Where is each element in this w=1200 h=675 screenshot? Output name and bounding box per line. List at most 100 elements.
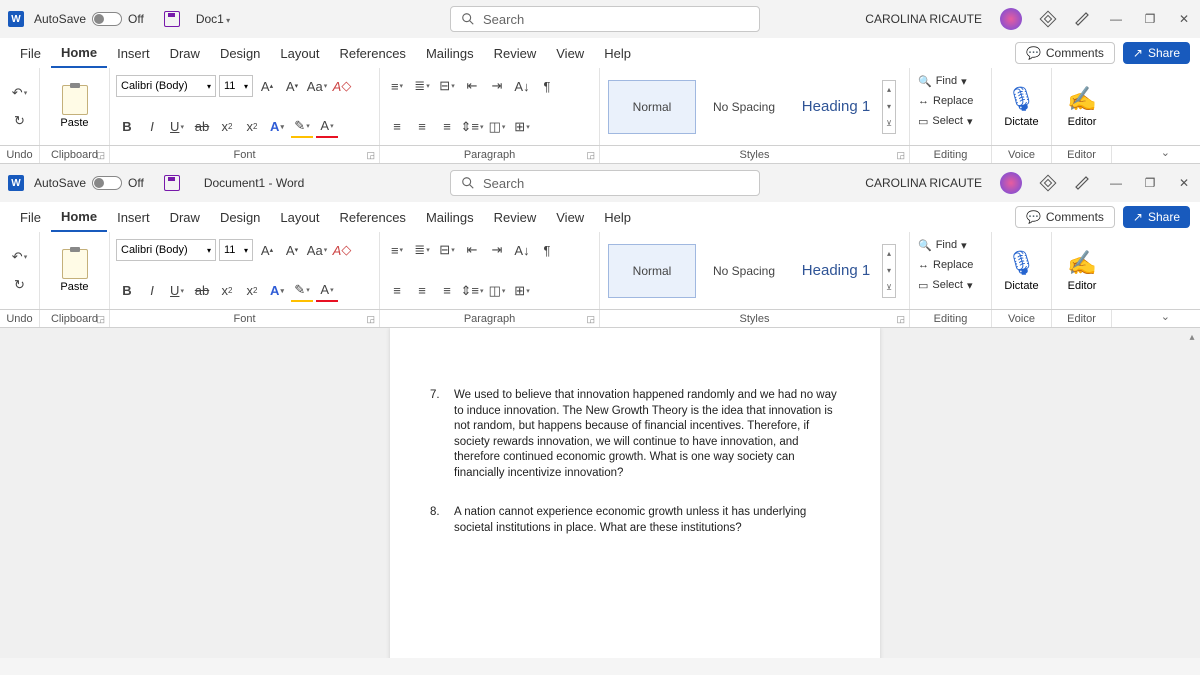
share-button[interactable]: ↗ Share: [1123, 206, 1190, 228]
find-button[interactable]: 🔍 Find ▾: [918, 236, 967, 254]
pilcrow-icon[interactable]: ¶: [536, 239, 558, 261]
tab-review[interactable]: Review: [484, 202, 547, 232]
multilevel-icon[interactable]: ⊟: [436, 75, 458, 97]
collapse-ribbon-icon[interactable]: ⌄: [1161, 146, 1170, 159]
subscript-button[interactable]: x2: [216, 280, 238, 302]
select-button[interactable]: ▭ Select ▾: [918, 112, 973, 130]
align-center-icon[interactable]: ≡: [411, 116, 433, 138]
shrink-font-icon[interactable]: A▾: [281, 239, 303, 261]
font-size-combo[interactable]: 11▾: [219, 239, 253, 261]
clear-format-icon[interactable]: A◇: [331, 75, 353, 97]
tab-home[interactable]: Home: [51, 202, 107, 232]
clear-format-icon[interactable]: A◇: [331, 239, 353, 261]
decrease-indent-icon[interactable]: ⇤: [461, 239, 483, 261]
user-name[interactable]: CAROLINA RICAUTE: [865, 176, 982, 190]
text-effects-icon[interactable]: A: [266, 116, 288, 138]
increase-indent-icon[interactable]: ⇥: [486, 239, 508, 261]
redo-button[interactable]: ↻: [9, 110, 31, 132]
italic-button[interactable]: I: [141, 116, 163, 138]
text-effects-icon[interactable]: A: [266, 280, 288, 302]
avatar[interactable]: [1000, 172, 1022, 194]
underline-button[interactable]: U: [166, 116, 188, 138]
dictate-icon[interactable]: 🎙: [1006, 85, 1036, 114]
diamond-icon[interactable]: [1040, 175, 1056, 191]
tab-draw[interactable]: Draw: [160, 202, 210, 232]
tab-design[interactable]: Design: [210, 38, 270, 68]
styles-more[interactable]: ▴▾⊻: [882, 244, 896, 298]
style-heading1[interactable]: Heading 1: [792, 244, 880, 298]
pilcrow-icon[interactable]: ¶: [536, 75, 558, 97]
change-case-icon[interactable]: Aa: [306, 239, 328, 261]
superscript-button[interactable]: x2: [241, 280, 263, 302]
vertical-scrollbar[interactable]: ▴: [1184, 328, 1200, 658]
tab-home[interactable]: Home: [51, 38, 107, 68]
tab-view[interactable]: View: [546, 202, 594, 232]
dictate-icon[interactable]: 🎙: [1006, 249, 1036, 278]
superscript-button[interactable]: x2: [241, 116, 263, 138]
tab-view[interactable]: View: [546, 38, 594, 68]
numbering-icon[interactable]: ≣: [411, 239, 433, 261]
strike-button[interactable]: ab: [191, 116, 213, 138]
pending-icon[interactable]: [1074, 11, 1090, 27]
toggle-off-icon[interactable]: [92, 12, 122, 26]
tab-review[interactable]: Review: [484, 38, 547, 68]
undo-button[interactable]: ↶: [9, 82, 31, 104]
tab-help[interactable]: Help: [594, 38, 641, 68]
multilevel-icon[interactable]: ⊟: [436, 239, 458, 261]
close-icon[interactable]: ✕: [1176, 175, 1192, 191]
bullets-icon[interactable]: ≡: [386, 239, 408, 261]
find-button[interactable]: 🔍 Find ▾: [918, 72, 967, 90]
strike-button[interactable]: ab: [191, 280, 213, 302]
bullets-icon[interactable]: ≡: [386, 75, 408, 97]
italic-button[interactable]: I: [141, 280, 163, 302]
align-center-icon[interactable]: ≡: [411, 280, 433, 302]
toggle-off-icon[interactable]: [92, 176, 122, 190]
sort-icon[interactable]: A↓: [511, 239, 533, 261]
align-left-icon[interactable]: ≡: [386, 280, 408, 302]
bold-button[interactable]: B: [116, 280, 138, 302]
editor-icon[interactable]: ✍: [1067, 85, 1097, 114]
autosave-toggle[interactable]: AutoSave Off: [34, 12, 144, 26]
borders-icon[interactable]: ⊞: [511, 116, 533, 138]
sort-icon[interactable]: A↓: [511, 75, 533, 97]
decrease-indent-icon[interactable]: ⇤: [461, 75, 483, 97]
save-icon[interactable]: [164, 11, 180, 27]
font-name-combo[interactable]: Calibri (Body)▾: [116, 239, 216, 261]
tab-layout[interactable]: Layout: [270, 202, 329, 232]
tab-references[interactable]: References: [329, 38, 415, 68]
replace-button[interactable]: ↔ Replace: [918, 256, 973, 274]
tab-references[interactable]: References: [329, 202, 415, 232]
increase-indent-icon[interactable]: ⇥: [486, 75, 508, 97]
shading-icon[interactable]: ◫: [486, 280, 508, 302]
font-color-icon[interactable]: A: [316, 280, 338, 302]
style-normal[interactable]: Normal: [608, 80, 696, 134]
highlight-icon[interactable]: ✎: [291, 116, 313, 138]
page[interactable]: 7. We used to believe that innovation ha…: [390, 328, 880, 658]
font-size-combo[interactable]: 11▾: [219, 75, 253, 97]
change-case-icon[interactable]: Aa: [306, 75, 328, 97]
numbering-icon[interactable]: ≣: [411, 75, 433, 97]
font-name-combo[interactable]: Calibri (Body)▾: [116, 75, 216, 97]
comments-button[interactable]: 💬 Comments: [1015, 42, 1115, 64]
underline-button[interactable]: U: [166, 280, 188, 302]
restore-icon[interactable]: ❐: [1142, 11, 1158, 27]
style-nospacing[interactable]: No Spacing: [700, 80, 788, 134]
line-spacing-icon[interactable]: ⇕≡: [461, 280, 483, 302]
tab-file[interactable]: File: [10, 38, 51, 68]
tab-design[interactable]: Design: [210, 202, 270, 232]
minimize-icon[interactable]: —: [1108, 175, 1124, 191]
avatar[interactable]: [1000, 8, 1022, 30]
grow-font-icon[interactable]: A▴: [256, 75, 278, 97]
editor-icon[interactable]: ✍: [1067, 249, 1097, 278]
collapse-ribbon-icon[interactable]: ⌄: [1161, 310, 1170, 323]
tab-file[interactable]: File: [10, 202, 51, 232]
scroll-up-icon[interactable]: ▴: [1186, 332, 1198, 344]
grow-font-icon[interactable]: A▴: [256, 239, 278, 261]
undo-button[interactable]: ↶: [9, 246, 31, 268]
autosave-toggle[interactable]: AutoSave Off: [34, 176, 144, 190]
redo-button[interactable]: ↻: [9, 274, 31, 296]
bold-button[interactable]: B: [116, 116, 138, 138]
style-normal[interactable]: Normal: [608, 244, 696, 298]
align-left-icon[interactable]: ≡: [386, 116, 408, 138]
replace-button[interactable]: ↔ Replace: [918, 92, 973, 110]
